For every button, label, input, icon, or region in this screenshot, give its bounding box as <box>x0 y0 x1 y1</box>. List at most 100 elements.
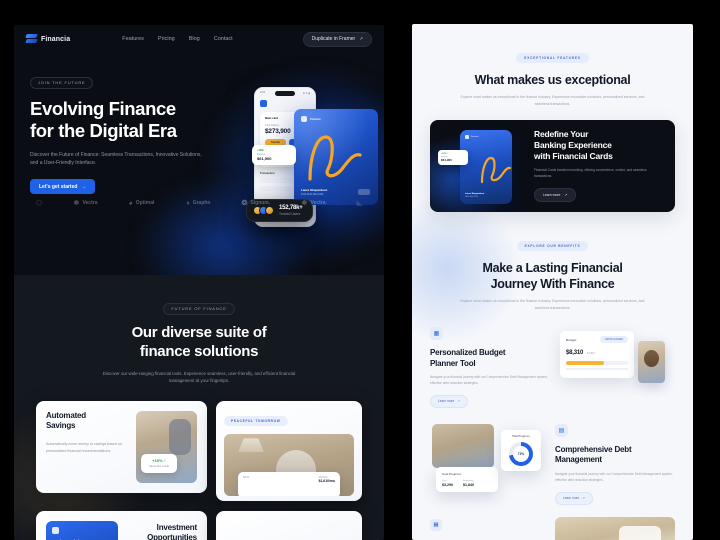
phone-status-icons: ıll ᯤ ▮ <box>302 92 310 95</box>
title-line1: Automated <box>46 411 86 421</box>
balance-change: +18% ↑ <box>441 152 449 155</box>
debt-management-title: Comprehensive Debt Management <box>555 445 675 466</box>
solutions-header: FUTURE OF FINANCE Our diverse suite of f… <box>14 297 384 385</box>
hero-title: Evolving Finance for the Digital Era <box>30 98 229 142</box>
next-feature-preview: ▦ <box>412 505 693 540</box>
budget-progress-bar <box>566 361 628 365</box>
phone-notch <box>275 90 295 96</box>
learn-more-label: Learn more <box>563 496 580 501</box>
financia-logo-icon <box>25 33 38 45</box>
budget-icon: ▦ <box>430 327 443 341</box>
arrow-up-right-icon: ↗ <box>582 496 585 501</box>
card-brand-name: Financia <box>310 117 321 121</box>
exceptional-title: What makes us exceptional <box>474 73 631 87</box>
title-line1: Investment <box>156 523 197 533</box>
learn-more-label: Learn more <box>543 193 561 198</box>
card-brand: Financia <box>465 134 479 139</box>
paid-progress-donut: 73% <box>509 441 533 466</box>
next-feature-image <box>555 516 675 540</box>
budget-learn-more-button[interactable]: Learn more ↗ <box>430 394 468 408</box>
investment-opportunities-card[interactable]: Market Insights Investment Opportunities… <box>36 511 207 540</box>
phone-app-logo-icon <box>260 100 267 107</box>
logo-vectra: ⚛ Vectra <box>73 200 97 207</box>
goal-paid: Paid $3,290 <box>442 480 453 487</box>
financial-cards-visual: Financia Laura Shepardson 4444 4444 1234… <box>430 120 534 212</box>
nav-cta-label: Duplicate in Framer <box>311 36 356 42</box>
brand-logo[interactable]: Financia <box>25 33 71 45</box>
logo-label: Vectra <box>310 200 326 207</box>
budget-widget: Budget LIMITS LOCKED $8,310 -6.18% ↑ <box>560 331 634 379</box>
benefits-header: EXPLORE OUR BENEFITS Make a Lasting Fina… <box>412 212 693 312</box>
hero-title-line1: Evolving Finance <box>30 98 176 119</box>
hero-subtitle: Discover the Future of Finance: Seamless… <box>30 151 202 167</box>
title-line2: Savings <box>46 421 76 431</box>
phone-time: 9:41 <box>260 91 266 94</box>
card-footer: Laura Shepardson 4444 4444 1234 <box>465 193 484 198</box>
peaceful-tomorrow-chart: $2.5k Monthly $1,610/mo <box>238 472 340 497</box>
financial-cards-body: Financial Cards transform banking, offer… <box>534 168 647 179</box>
savings-badge-label: Saved this month <box>148 464 170 468</box>
signum-icon: ❂ <box>241 199 248 207</box>
solutions-title-line2: finance solutions <box>139 342 259 360</box>
logo-label: Signum. <box>250 200 271 207</box>
goal-remaining: Remaining $1,840 <box>463 480 474 487</box>
market-insights-panel: Market Insights <box>46 521 118 540</box>
benefits-title-line1: Make a Lasting Financial <box>482 260 623 275</box>
goal-progress-values: Paid $3,290 Remaining $1,840 <box>442 480 492 487</box>
solutions-card-placeholder[interactable] <box>215 511 362 540</box>
exceptional-subtitle: Explore what makes us exceptional in the… <box>460 95 645 106</box>
card-number: 4444 4444 1234 <box>465 195 478 198</box>
partner-logos-strip: ⬡ ⚛ Vectra ◕ Optimal ◑ Grapho ❂ Signum. ⚛ Vec… <box>14 188 384 218</box>
arrow-up-right-icon: ↗ <box>564 193 568 198</box>
signature-squiggle-icon <box>480 156 512 183</box>
solutions-badge: FUTURE OF FINANCE <box>163 302 235 315</box>
exceptional-badge: EXCEPTIONAL FEATURES <box>516 53 589 63</box>
solutions-title-line1: Our diverse suite of <box>131 324 267 341</box>
budget-planner-body: Navigate your financial journey with our… <box>430 375 548 386</box>
benefits-title: Make a Lasting Financial Journey With Fi… <box>440 260 665 293</box>
debt-management-feature: ▤ Comprehensive Debt Management Navigate… <box>412 408 693 505</box>
arrow-up-right-icon: ↗ <box>359 36 363 41</box>
nav-link-features[interactable]: Features <box>122 36 144 42</box>
debt-management-text: ▤ Comprehensive Debt Management Navigate… <box>555 423 675 505</box>
financial-cards-text: Redefine Your Banking Experience with Fi… <box>534 129 675 203</box>
balance-chip-value: $61,900 <box>441 157 452 162</box>
solutions-card-row-1: Automated Savings Automatically move mon… <box>14 385 384 502</box>
automated-savings-body: Automatically move money to savings base… <box>46 442 122 453</box>
title-line1: Personalized Budget <box>430 348 506 358</box>
chart-right-value: $1,610/mo <box>318 479 335 484</box>
title-line2: Banking Experience <box>534 140 612 150</box>
solutions-title: Our diverse suite of finance solutions <box>14 324 384 362</box>
chart-right: Monthly $1,610/mo <box>319 476 335 494</box>
paid-progress-value: 73% <box>513 445 529 462</box>
automated-savings-card[interactable]: Automated Savings Automatically move mon… <box>36 401 208 494</box>
debt-management-visual: Goal Progress Paid $3,290 Remaining $1,8… <box>430 423 549 502</box>
hero-title-line2: for the Digital Era <box>30 119 177 141</box>
lamp-shape <box>238 438 265 453</box>
budget-widget-label: Budget <box>566 337 577 342</box>
left-artboard: Financia Features Pricing Blog Contact D… <box>14 25 384 540</box>
debt-learn-more-button[interactable]: Learn more ↗ <box>555 491 593 505</box>
paid-progress-label: Paid Progress <box>512 434 530 438</box>
balance-chip-value: $61,900 <box>257 156 272 161</box>
peaceful-tomorrow-card[interactable]: PEACEFUL TOMORROW $2.5k Monthly $1,610/m… <box>216 401 362 502</box>
signature-squiggle-icon <box>308 135 362 181</box>
vectra-icon: ⚛ <box>73 199 80 207</box>
learn-more-button[interactable]: Learn more ↗ <box>534 188 577 203</box>
right-artboard: EXCEPTIONAL FEATURES What makes us excep… <box>412 24 693 540</box>
brand-name: Financia <box>41 35 71 43</box>
budget-person-photo <box>638 341 665 384</box>
balance-chip-card: +18% ↑ Balance $61,900 <box>438 149 468 165</box>
nav-link-contact[interactable]: Contact <box>214 36 233 42</box>
nav-link-pricing[interactable]: Pricing <box>158 36 175 42</box>
nav-link-blog[interactable]: Blog <box>189 36 200 42</box>
budget-planner-visual: Budget LIMITS LOCKED $8,310 -6.18% ↑ <box>556 327 675 405</box>
title-line3: with Financial Cards <box>534 151 613 162</box>
title-line1: Redefine Your <box>534 128 589 139</box>
duplicate-in-framer-button[interactable]: Duplicate in Framer ↗ <box>302 31 372 47</box>
grapho-icon: ◑ <box>185 199 190 207</box>
logo-signum: ❂ Signum. <box>242 200 271 207</box>
feature-icon: ▦ <box>430 518 442 531</box>
financial-cards-feature[interactable]: Financia Laura Shepardson 4444 4444 1234… <box>430 119 675 212</box>
logo-partial-right: ◣ <box>356 199 362 207</box>
